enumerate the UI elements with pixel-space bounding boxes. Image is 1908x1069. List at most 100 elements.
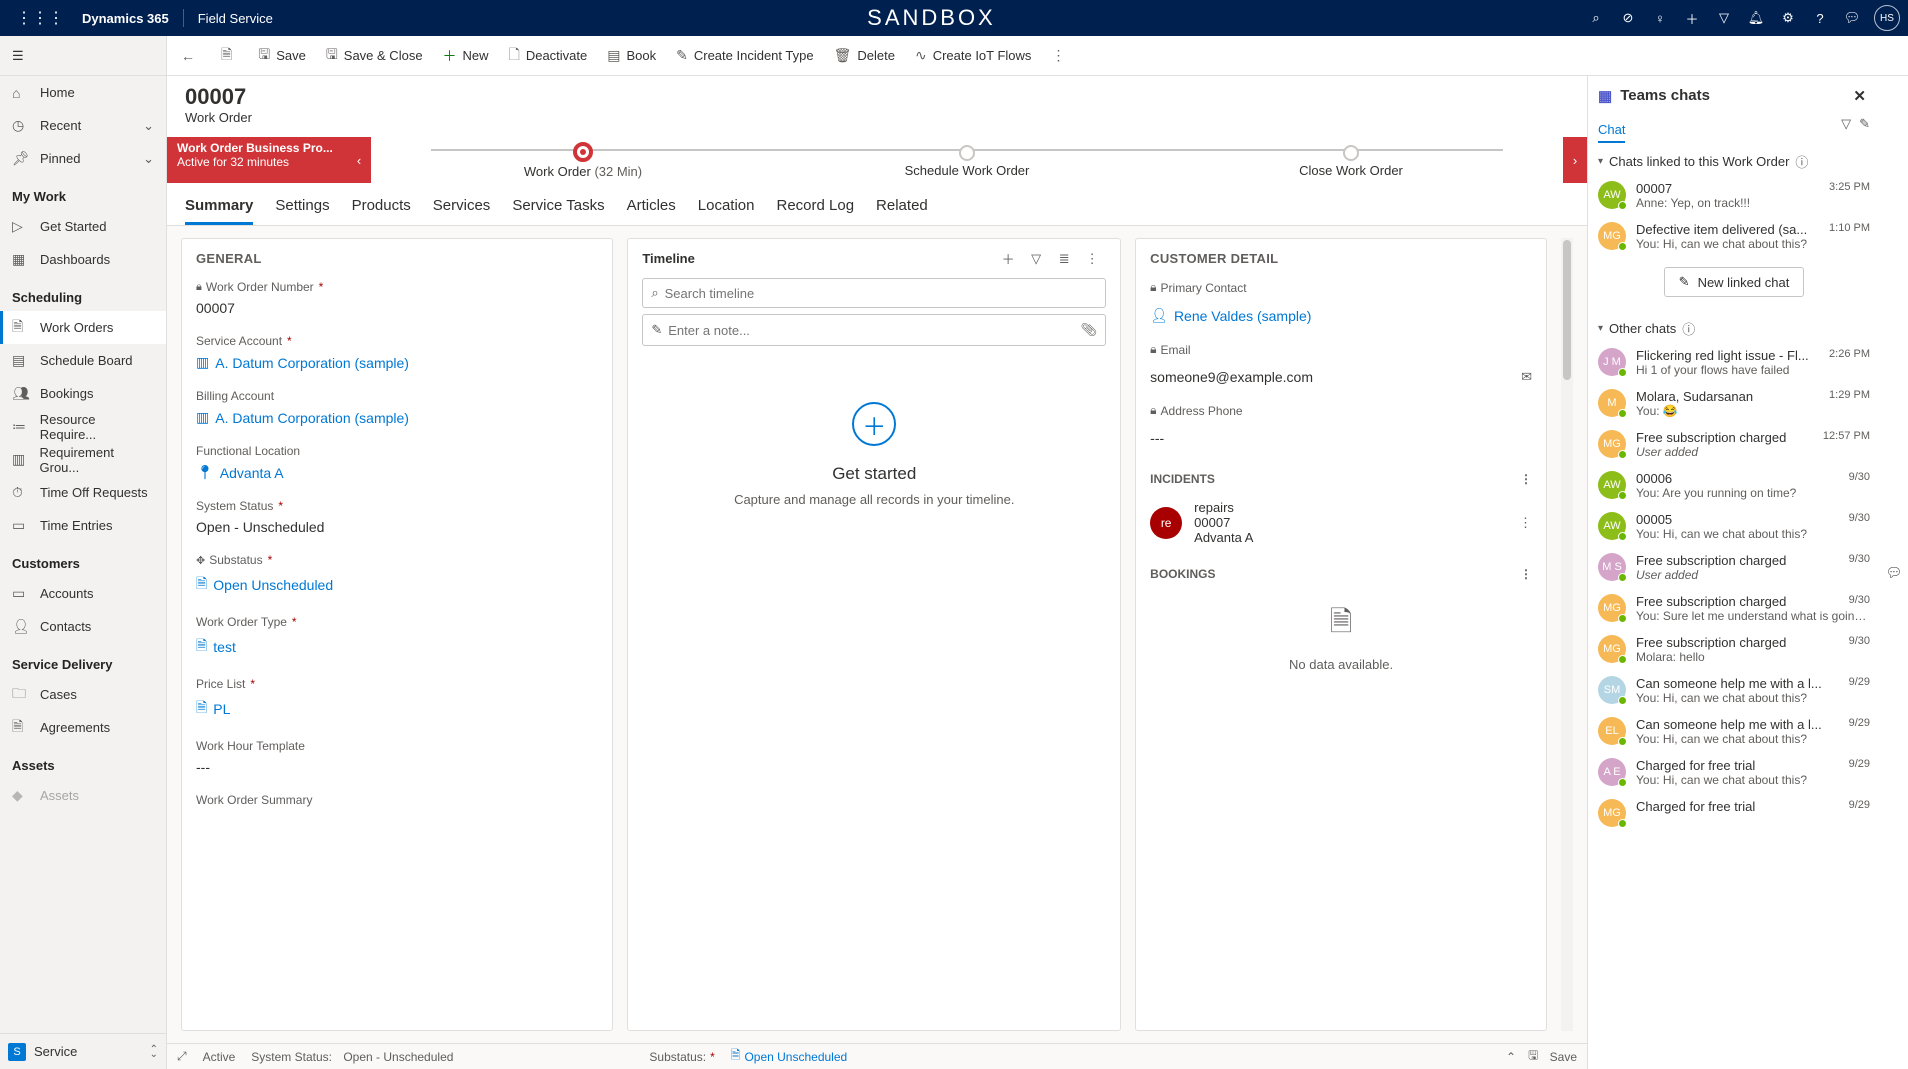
timeline-search-input[interactable] <box>665 286 1098 301</box>
timeline-filter-icon[interactable]: ▽ <box>1022 251 1050 267</box>
chats-group-other[interactable]: ▾Other chats ⓘ <box>1588 311 1880 342</box>
tab-servicetasks[interactable]: Service Tasks <box>512 187 604 225</box>
bpf-next-button[interactable]: › <box>1563 137 1587 183</box>
chat-item[interactable]: M S Free subscription charged9/30 User a… <box>1588 547 1880 588</box>
field-value-wono[interactable]: 00007 <box>196 294 598 322</box>
field-link-pricelist[interactable]: 🗎PL <box>196 691 598 727</box>
lightbulb-icon[interactable]: ♀ <box>1644 0 1676 36</box>
new-linked-chat-button[interactable]: ✎New linked chat <box>1664 267 1805 297</box>
timeline-note-input[interactable] <box>668 323 1080 338</box>
nav-timeentries[interactable]: ▭Time Entries <box>0 509 166 542</box>
expand-icon[interactable]: ⤢ <box>177 1049 187 1064</box>
search-icon[interactable]: ⌕ <box>1580 0 1612 36</box>
delete-button[interactable]: 🗑︎Delete <box>826 40 903 72</box>
form-scrollbar[interactable] <box>1561 238 1573 1031</box>
chats-compose-icon[interactable]: ✎ <box>1859 116 1870 143</box>
chats-group-linked[interactable]: ▾Chats linked to this Work Order ⓘ <box>1588 144 1880 175</box>
field-value-sysstatus[interactable]: Open - Unscheduled <box>196 513 598 541</box>
overflow-button[interactable]: ⋮ <box>1043 40 1079 72</box>
chat-item[interactable]: EL Can someone help me with a l...9/29 Y… <box>1588 711 1880 752</box>
incidents-more-icon[interactable]: ⋮ <box>1520 472 1532 486</box>
nav-home[interactable]: ⌂Home <box>0 76 166 109</box>
tab-products[interactable]: Products <box>352 187 411 225</box>
tab-services[interactable]: Services <box>433 187 491 225</box>
field-link-serviceaccount[interactable]: ▥A. Datum Corporation (sample) <box>196 348 598 377</box>
timeline-add-circle-icon[interactable]: ＋ <box>852 402 896 446</box>
bpf-stage-1[interactable]: Work Order (32 Min) <box>391 142 775 179</box>
incident-more-icon[interactable]: ⋮ <box>1519 515 1532 531</box>
mail-icon[interactable]: ✉︎ <box>1521 369 1532 385</box>
field-value-whtpl[interactable]: --- <box>196 753 598 781</box>
chat-item[interactable]: SM Can someone help me with a l...9/29 Y… <box>1588 670 1880 711</box>
nav-assets[interactable]: ◆Assets <box>0 779 166 812</box>
gear-icon[interactable]: ⚙ <box>1772 0 1804 36</box>
nav-scheduleboard[interactable]: ▤Schedule Board <box>0 344 166 377</box>
chat-icon[interactable]: 💬︎ <box>1836 0 1868 36</box>
field-link-funcloc[interactable]: 📍︎Advanta A <box>196 458 598 487</box>
timeline-note-input-row[interactable]: ✎ 📎︎ <box>642 314 1106 346</box>
add-icon[interactable]: ＋ <box>1676 0 1708 36</box>
chat-item[interactable]: J M Flickering red light issue - Fl...2:… <box>1588 342 1880 383</box>
user-avatar[interactable]: HS <box>1874 5 1900 31</box>
task-icon[interactable]: ⊘ <box>1612 0 1644 36</box>
bpf-stage-3[interactable]: Close Work Order <box>1159 143 1543 178</box>
chat-item[interactable]: MG Free subscription charged9/30 Molara:… <box>1588 629 1880 670</box>
nav-pinned[interactable]: 📌︎Pinned⌄ <box>0 142 166 175</box>
info-icon[interactable]: ⓘ <box>1795 152 1808 171</box>
collapse-panel-button[interactable]: 💬︎ <box>1880 76 1908 1069</box>
filter-icon[interactable]: ▽ <box>1708 0 1740 36</box>
phone-value[interactable]: --- <box>1150 424 1532 452</box>
nav-timeoff[interactable]: ⏱︎Time Off Requests <box>0 476 166 509</box>
timeline-add-icon[interactable]: ＋ <box>994 249 1022 268</box>
chevron-up-icon[interactable]: ⌃ <box>1506 1050 1516 1064</box>
chat-tab[interactable]: Chat <box>1598 116 1625 143</box>
area-switcher[interactable]: S Service ⌃⌄ <box>0 1033 166 1069</box>
app-name[interactable]: Field Service <box>188 11 283 26</box>
close-icon[interactable]: ✕ <box>1849 83 1870 109</box>
checklist-button[interactable]: 🗎 <box>213 40 246 72</box>
book-button[interactable]: ▤Book <box>599 40 664 72</box>
product-name[interactable]: Dynamics 365 <box>72 11 179 26</box>
save-button[interactable]: 🖫Save <box>250 40 314 72</box>
bell-icon[interactable]: 🔔︎ <box>1740 0 1772 36</box>
tab-related[interactable]: Related <box>876 187 928 225</box>
chat-item[interactable]: MG Free subscription charged12:57 PM Use… <box>1588 424 1880 465</box>
tab-location[interactable]: Location <box>698 187 755 225</box>
chat-item[interactable]: MG Charged for free trial9/29 <box>1588 793 1880 833</box>
help-icon[interactable]: ? <box>1804 0 1836 36</box>
nav-reqgroup[interactable]: ▥Requirement Grou... <box>0 443 166 476</box>
field-link-wotype[interactable]: 🗎test <box>196 629 598 665</box>
nav-getstarted[interactable]: ▷Get Started <box>0 210 166 243</box>
status-substatus-link[interactable]: 🗎Open Unscheduled <box>731 1046 847 1067</box>
nav-agreements[interactable]: 🗎Agreements <box>0 711 166 744</box>
save-close-button[interactable]: 🖫Save & Close <box>318 40 431 72</box>
chat-item[interactable]: MG Defective item delivered (sa...1:10 P… <box>1588 216 1880 257</box>
app-launcher-icon[interactable]: ⋮⋮⋮ <box>8 8 72 28</box>
new-button[interactable]: ＋New <box>435 40 497 72</box>
nav-recent[interactable]: ◷Recent⌄ <box>0 109 166 142</box>
nav-accounts[interactable]: ▭Accounts <box>0 577 166 610</box>
chat-item[interactable]: MG Free subscription charged9/30 You: Su… <box>1588 588 1880 629</box>
footer-save-button[interactable]: 🖫 Save <box>1528 1046 1577 1067</box>
create-iot-button[interactable]: ∿Create IoT Flows <box>907 40 1039 72</box>
bpf-header[interactable]: Work Order Business Pro... Active for 32… <box>167 137 347 183</box>
bookings-more-icon[interactable]: ⋮ <box>1520 567 1532 581</box>
tab-articles[interactable]: Articles <box>627 187 676 225</box>
chat-item[interactable]: A E Charged for free trial9/29 You: Hi, … <box>1588 752 1880 793</box>
info-icon[interactable]: ⓘ <box>1682 319 1695 338</box>
nav-workorders[interactable]: 🗎Work Orders <box>0 311 166 344</box>
tab-recordlog[interactable]: Record Log <box>776 187 854 225</box>
timeline-search[interactable]: ⌕ <box>642 278 1106 308</box>
chats-filter-icon[interactable]: ▽ <box>1841 116 1851 143</box>
deactivate-button[interactable]: 🗋Deactivate <box>501 40 596 72</box>
tab-settings[interactable]: Settings <box>275 187 329 225</box>
nav-collapse-button[interactable]: ☰ <box>0 36 166 76</box>
field-link-substatus[interactable]: 🗎Open Unscheduled <box>196 567 598 603</box>
nav-cases[interactable]: 🗀Cases <box>0 678 166 711</box>
timeline-sort-icon[interactable]: ≣ <box>1050 251 1078 267</box>
tab-summary[interactable]: Summary <box>185 187 253 225</box>
timeline-more-icon[interactable]: ⋮ <box>1078 251 1106 267</box>
email-value[interactable]: someone9@example.com <box>1150 363 1521 391</box>
chat-item[interactable]: M Molara, Sudarsanan1:29 PM You: 😂 <box>1588 383 1880 424</box>
chat-item[interactable]: AW 000069/30 You: Are you running on tim… <box>1588 465 1880 506</box>
